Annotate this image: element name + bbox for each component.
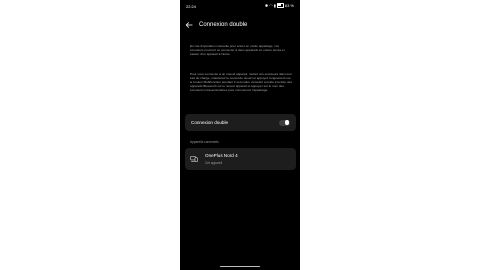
device-status: Cet appareil	[205, 160, 223, 165]
battery-text: 63 %	[284, 3, 294, 8]
back-arrow-icon[interactable]	[185, 21, 193, 29]
status-bar: 22:24 ✱ ◠ ▮ 63 %	[180, 0, 300, 12]
device-item[interactable]: OnePlus Nord 4 Cet appareil	[185, 148, 296, 170]
battery-icon	[276, 3, 284, 8]
dual-connection-row[interactable]: Connexion double	[185, 114, 296, 131]
home-indicator[interactable]	[220, 265, 260, 267]
page-title: Connexion double	[199, 22, 248, 28]
bluetooth-icon: ✱	[264, 3, 269, 8]
wifi-icon: ◠	[269, 3, 273, 8]
connected-devices-label: Appareils connectés	[190, 140, 219, 144]
status-time: 22:24	[186, 4, 197, 9]
description-paragraph-1: En cas d'opération manuelle pour entrer …	[190, 44, 285, 57]
device-name: OnePlus Nord 4	[205, 153, 238, 158]
header: Connexion double	[180, 18, 300, 34]
toggle-knob	[284, 120, 290, 125]
phone-screen: 22:24 ✱ ◠ ▮ 63 % Connexion double En cas…	[180, 0, 300, 270]
signal-icon: ▮	[273, 3, 276, 8]
status-icons: ✱ ◠ ▮ 63 %	[265, 3, 294, 8]
dual-connection-label: Connexion double	[191, 120, 229, 125]
description-paragraph-2: Pour vous connecter à un nouvel appareil…	[190, 72, 292, 93]
dual-connection-toggle[interactable]	[279, 119, 290, 126]
devices-icon	[190, 156, 198, 163]
